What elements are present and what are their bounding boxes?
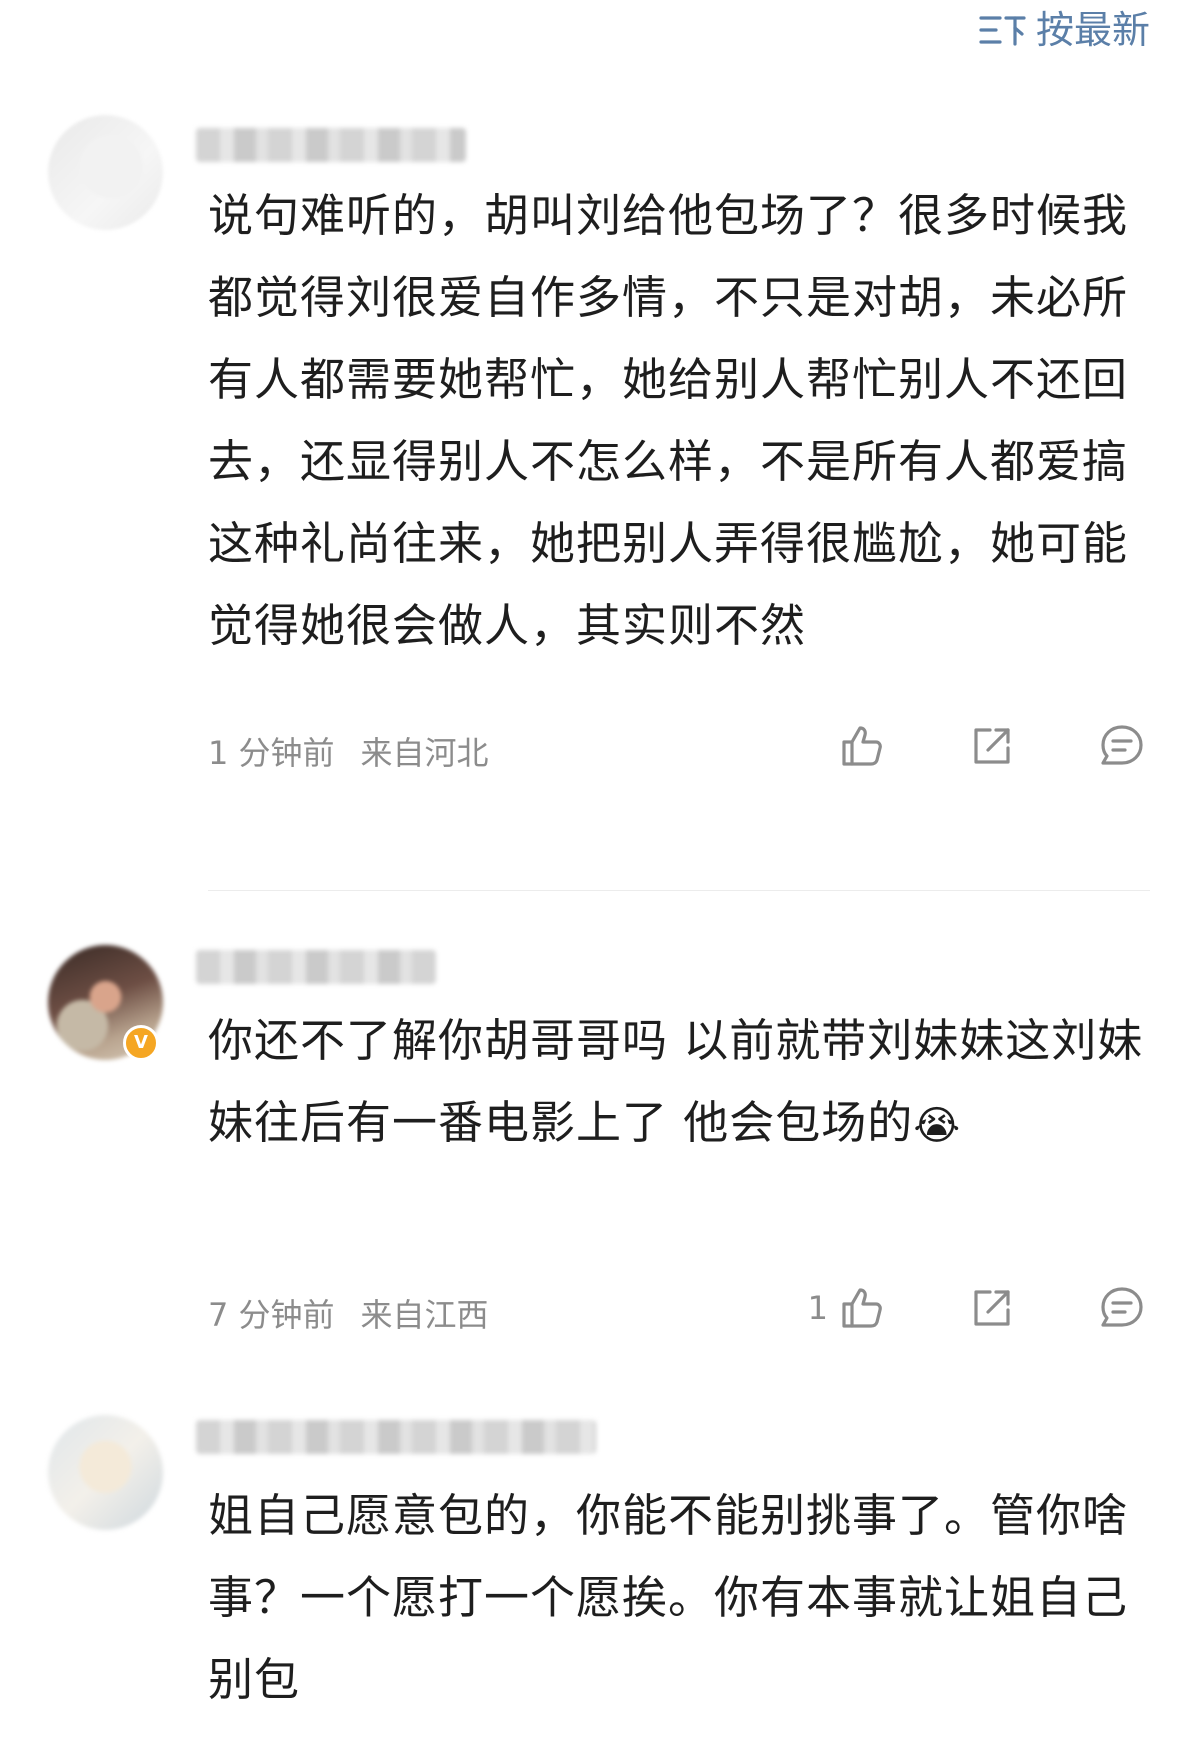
share-icon[interactable] [964, 1280, 1020, 1336]
comment-text: 姐自己愿意包的，你能不能别挑事了。管你啥事？一个愿打一个愿挨。你有本事就让姐自己… [208, 1489, 1129, 1706]
like-button[interactable]: 1 [808, 1280, 890, 1336]
username[interactable]: ██████████ [196, 950, 436, 984]
sort-label: 按最新 [1035, 8, 1150, 52]
username[interactable]: ████████████ [196, 128, 466, 162]
reply-icon[interactable] [1094, 718, 1150, 774]
avatar[interactable] [48, 115, 163, 230]
comment-actions [828, 718, 1150, 774]
like-button[interactable] [828, 718, 890, 774]
comment-location: 来自河北 [360, 734, 489, 772]
comment-text-body: 你还不了解你胡哥哥吗 以前就带刘妹妹这刘妹妹往后有一番电影上了 他会包场的 [208, 1014, 1144, 1149]
comment-text: 你还不了解你胡哥哥吗 以前就带刘妹妹这刘妹妹往后有一番电影上了 他会包场的😭 [208, 1000, 1148, 1167]
share-icon[interactable] [964, 718, 1020, 774]
comment-meta: 1 分钟前 来自河北 [208, 728, 489, 774]
crying-emoji-icon: 😭 [913, 1103, 962, 1149]
avatar[interactable] [48, 1415, 163, 1530]
comment-text: 说句难听的，胡叫刘给他包场了？很多时候我都觉得刘很爱自作多情，不只是对胡，未必所… [208, 189, 1129, 652]
thumbs-up-icon [834, 718, 890, 774]
verified-badge-icon: V [123, 1025, 159, 1061]
thumbs-up-icon [834, 1280, 890, 1336]
comment-time: 1 分钟前 [208, 734, 335, 772]
top-bar: 按最新 [0, 0, 1198, 70]
divider [208, 890, 1150, 891]
username[interactable]: ██████████████ [196, 1420, 596, 1454]
comment-meta: 7 分钟前 来自江西 [208, 1290, 489, 1336]
comment-time: 7 分钟前 [208, 1296, 335, 1334]
comment-location: 来自江西 [360, 1296, 489, 1334]
like-count: 1 [807, 1289, 828, 1327]
reply-icon[interactable] [1094, 1280, 1150, 1336]
sort-icon [978, 10, 1026, 50]
sort-latest-button[interactable]: 按最新 [978, 6, 1150, 54]
comment-actions: 1 [808, 1280, 1150, 1336]
